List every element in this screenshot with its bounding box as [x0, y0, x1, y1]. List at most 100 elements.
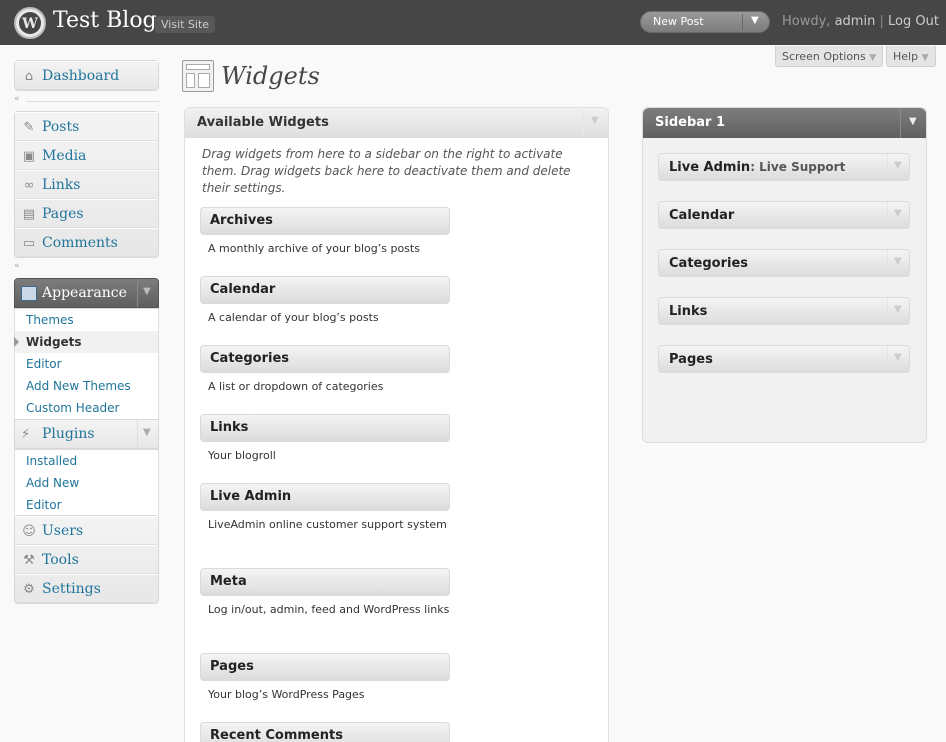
howdy-text: Howdy,	[782, 14, 831, 29]
panel-description: Drag widgets from here to a sidebar on t…	[202, 147, 571, 195]
sidebar-widget-categories[interactable]: Categories ▼	[658, 249, 910, 277]
chevron-down-icon: ▼	[869, 53, 877, 63]
widget-title: Archives	[210, 213, 273, 228]
submenu-item-themes[interactable]: Themes	[15, 309, 158, 331]
menu-item-label: Comments	[42, 235, 118, 251]
widget-title: Live Admin	[210, 489, 292, 504]
available-widgets-header[interactable]: Available Widgets ▼	[185, 108, 608, 138]
menu-item-media[interactable]: ▣ Media	[15, 141, 158, 170]
menu-item-dashboard[interactable]: ⌂ Dashboard	[15, 61, 158, 90]
submenu-toggle[interactable]: ▼	[137, 279, 158, 307]
menu-item-posts[interactable]: ✎ Posts	[15, 112, 158, 141]
sidebar-widget-live-admin[interactable]: Live Admin: Live Support ▼	[658, 153, 910, 181]
link-icon: ∞	[23, 178, 35, 193]
menu-group-settings: ☺ Users ⚒ Tools ⚙ Settings	[14, 515, 159, 604]
widget-handle[interactable]: Archives	[200, 207, 450, 235]
submenu-toggle[interactable]: ▼	[137, 420, 158, 448]
divider	[26, 101, 159, 102]
submenu-item-editor[interactable]: Editor	[15, 494, 158, 516]
sidebar-widget-calendar[interactable]: Calendar ▼	[658, 201, 910, 229]
help-button[interactable]: Help ▼	[886, 46, 936, 67]
submenu-item-installed[interactable]: Installed	[15, 450, 158, 472]
widget-title: Links	[210, 420, 249, 435]
widget-archives[interactable]: Archives A monthly archive of your blog’…	[200, 207, 450, 257]
chevron-down-icon[interactable]: ▼	[751, 15, 759, 26]
submenu-item-custom-header[interactable]: Custom Header	[15, 397, 158, 419]
widget-toggle[interactable]: ▼	[887, 154, 909, 180]
widget-description: A list or dropdown of categories	[208, 380, 384, 393]
panel-toggle[interactable]: ▼	[900, 108, 926, 138]
widget-title: Live Admin: Live Support	[669, 160, 845, 175]
submenu-item-add-new[interactable]: Add New	[15, 472, 158, 494]
site-title[interactable]: Test Blog	[53, 8, 157, 33]
menu-item-label: Posts	[42, 119, 80, 135]
widget-links[interactable]: Links Your blogroll	[200, 414, 450, 464]
widget-toggle[interactable]: ▼	[887, 250, 909, 276]
user-profile-link[interactable]: admin	[835, 14, 876, 29]
widget-handle[interactable]: Meta	[200, 568, 450, 596]
chevron-down-icon: ▼	[894, 256, 902, 267]
widget-title: Pages	[210, 659, 254, 674]
panel-title: Sidebar 1	[655, 115, 726, 130]
sidebar-widget-pages[interactable]: Pages ▼	[658, 345, 910, 373]
chevron-down-icon: ▼	[143, 286, 151, 297]
wordpress-logo-icon[interactable]: W	[14, 7, 46, 39]
divider	[742, 14, 743, 30]
visit-site-button[interactable]: Visit Site	[155, 16, 216, 33]
collapse-arrow-icon[interactable]: «	[14, 261, 20, 271]
widget-description: LiveAdmin online customer support system	[208, 518, 447, 531]
widget-toggle[interactable]: ▼	[887, 298, 909, 324]
widget-handle[interactable]: Recent Comments	[200, 722, 450, 742]
menu-separator[interactable]: «	[14, 261, 159, 272]
widget-title: Categories	[669, 256, 749, 271]
widget-recent-comments[interactable]: Recent Comments	[200, 722, 450, 742]
pin-icon: ✎	[23, 120, 35, 135]
menu-item-pages[interactable]: ▤ Pages	[15, 199, 158, 228]
widget-handle[interactable]: Links	[200, 414, 450, 442]
menu-item-links[interactable]: ∞ Links	[15, 170, 158, 199]
new-post-label[interactable]: New Post	[653, 15, 704, 28]
menu-item-label: Pages	[42, 206, 84, 222]
sidebar-1-header[interactable]: Sidebar 1 ▼	[643, 108, 926, 138]
widget-pages[interactable]: Pages Your blog’s WordPress Pages	[200, 653, 450, 703]
menu-item-label: Media	[42, 148, 87, 164]
widget-handle[interactable]: Calendar	[200, 276, 450, 304]
submenu-item-widgets[interactable]: Widgets	[14, 331, 158, 353]
screen-options-label: Screen Options	[782, 50, 866, 63]
submenu-item-add-new-themes[interactable]: Add New Themes	[15, 375, 158, 397]
available-widgets-panel: Available Widgets ▼ Drag widgets from he…	[184, 107, 609, 742]
widget-toggle[interactable]: ▼	[887, 202, 909, 228]
menu-item-plugins[interactable]: ⚡ Plugins ▼	[14, 419, 159, 449]
widget-meta[interactable]: Meta Log in/out, admin, feed and WordPre…	[200, 568, 450, 618]
page-title: Widgets	[221, 62, 320, 90]
widget-handle[interactable]: Pages	[200, 653, 450, 681]
menu-item-tools[interactable]: ⚒ Tools	[15, 545, 158, 574]
widget-title: Calendar	[210, 282, 276, 297]
collapse-arrow-icon[interactable]: «	[14, 94, 20, 104]
widget-handle[interactable]: Live Admin	[200, 483, 450, 511]
menu-item-comments[interactable]: ▭ Comments	[15, 228, 158, 257]
widget-description: Log in/out, admin, feed and WordPress li…	[208, 603, 450, 616]
widget-toggle[interactable]: ▼	[887, 346, 909, 372]
sidebar-widget-links[interactable]: Links ▼	[658, 297, 910, 325]
svg-text:W: W	[21, 16, 38, 32]
widget-handle[interactable]: Categories	[200, 345, 450, 373]
new-post-dropdown[interactable]: New Post ▼	[640, 11, 770, 33]
logout-link[interactable]: Log Out	[888, 14, 939, 29]
menu-item-users[interactable]: ☺ Users	[15, 516, 158, 545]
widget-categories[interactable]: Categories A list or dropdown of categor…	[200, 345, 450, 395]
home-icon: ⌂	[24, 69, 34, 84]
screen-options-button[interactable]: Screen Options ▼	[775, 46, 884, 67]
submenu-item-editor[interactable]: Editor	[15, 353, 158, 375]
widget-calendar[interactable]: Calendar A calendar of your blog’s posts	[200, 276, 450, 326]
appearance-icon	[21, 286, 37, 301]
menu-item-appearance[interactable]: Appearance ▼	[14, 278, 159, 308]
widget-title: Meta	[210, 574, 247, 589]
menu-item-settings[interactable]: ⚙ Settings	[15, 574, 158, 603]
menu-group-dashboard: ⌂ Dashboard	[14, 60, 159, 91]
panel-toggle[interactable]: ▼	[583, 109, 607, 136]
menu-separator[interactable]: «	[14, 94, 159, 105]
plugin-icon: ⚡	[21, 427, 31, 442]
menu-item-label: Appearance	[42, 285, 127, 301]
widget-live-admin[interactable]: Live Admin LiveAdmin online customer sup…	[200, 483, 450, 533]
